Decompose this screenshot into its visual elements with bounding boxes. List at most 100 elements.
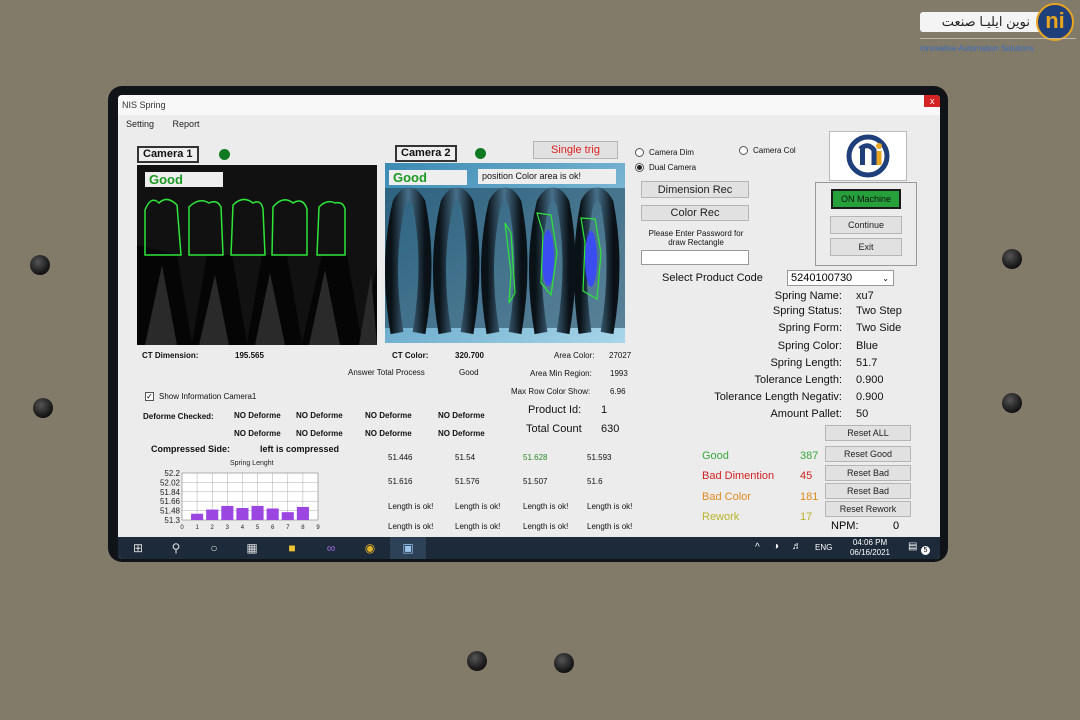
cabinet-bolt <box>467 651 487 671</box>
deforme-label: Deforme Checked: <box>143 412 214 421</box>
bad-dimention-count: 45 <box>800 470 813 482</box>
compressed-side-label: Compressed Side: <box>151 444 231 454</box>
rework-count: 17 <box>800 511 813 523</box>
camera1-label: Camera 1 <box>137 146 199 163</box>
tolerance-negativ-label: Tolerance Length Negativ: <box>714 391 842 403</box>
product-code-select[interactable]: 5240100730 ⌄ <box>787 270 894 286</box>
measurement-cell: 51.616 <box>388 477 413 486</box>
show-info-checkbox[interactable]: ✓ <box>145 392 154 401</box>
ct-dimension-value: 195.565 <box>235 351 264 360</box>
cabinet-bolt <box>1002 393 1022 413</box>
camera1-image <box>137 165 377 345</box>
area-color-label: Area Color: <box>554 351 595 360</box>
task-view-icon[interactable]: ▦ <box>244 540 260 556</box>
bad-color-count: 181 <box>800 491 819 503</box>
notification-icon[interactable]: ▤ <box>908 541 917 552</box>
nis-app-icon: ▣ <box>402 541 414 555</box>
single-trig-button[interactable]: Single trig <box>533 141 618 159</box>
menu-report[interactable]: Report <box>165 115 208 129</box>
reset-good-button[interactable]: Reset Good <box>825 446 911 462</box>
camera1-status-text: Good <box>145 172 223 187</box>
spring-color-label: Spring Color: <box>777 340 842 352</box>
active-app-tab[interactable]: ▣ <box>390 537 426 559</box>
chart-y-tick-label: 51.3 <box>164 516 180 525</box>
language-indicator[interactable]: ENG <box>815 543 832 552</box>
chart-x-tick-label: 9 <box>316 525 320 531</box>
cabinet-bolt <box>33 398 53 418</box>
camera2-view: Good position Color area is ok! <box>385 163 625 343</box>
camera2-image <box>385 163 625 343</box>
chart-x-tick-label: 5 <box>256 525 260 531</box>
password-prompt: Please Enter Password for draw Rectangle <box>648 229 744 247</box>
search-icon[interactable]: ⚲ <box>168 540 184 556</box>
cabinet-bolt <box>554 653 574 673</box>
volume-icon[interactable]: ♬ <box>792 541 802 552</box>
length-status-cell: Length is ok! <box>455 522 501 531</box>
reset-bad-dimention-button[interactable]: Reset Bad <box>825 465 911 481</box>
total-count-label: Total Count <box>526 423 582 435</box>
max-row-label: Max Row Color Show: <box>511 387 591 396</box>
camera2-message: position Color area is ok! <box>478 169 616 184</box>
area-min-value: 1993 <box>610 369 628 378</box>
camera-dim-radio[interactable] <box>635 148 644 157</box>
camera2-status-text: Good <box>389 170 467 185</box>
measurement-cell: 51.628 <box>523 453 548 462</box>
menu-setting[interactable]: Setting <box>118 115 162 129</box>
area-color-value: 27027 <box>609 351 632 360</box>
continue-button[interactable]: Continue <box>830 216 902 234</box>
windows-start-icon[interactable]: ⊞ <box>130 540 146 556</box>
brand-logo: ni <box>1036 3 1074 41</box>
chart-y-tick-label: 52.2 <box>164 469 180 478</box>
chart-y-tick-label: 52.02 <box>160 478 181 487</box>
close-button[interactable]: x <box>924 95 940 107</box>
chart-y-tick-label: 51.48 <box>160 507 181 516</box>
ct-color-label: CT Color: <box>392 351 429 360</box>
product-id-label: Product Id: <box>528 404 582 416</box>
cabinet-bolt <box>30 255 50 275</box>
chart-bar <box>296 506 309 520</box>
measurement-cell: 51.576 <box>455 477 480 486</box>
dimension-rec-button[interactable]: Dimension Rec <box>641 181 749 198</box>
deforme-cell: NO Deforme <box>296 429 343 438</box>
bad-dimention-label: Bad Dimention <box>702 470 775 482</box>
chrome-icon[interactable]: ◉ <box>362 540 378 556</box>
good-count: 387 <box>800 450 819 462</box>
chevron-up-icon[interactable]: ^ <box>755 542 760 553</box>
camera2-status-led <box>475 148 486 159</box>
area-min-label: Area Min Region: <box>530 369 592 378</box>
cortana-icon[interactable]: ○ <box>206 540 222 556</box>
exit-button[interactable]: Exit <box>830 238 902 256</box>
chart-bar <box>281 512 294 520</box>
amount-pallet-value: 50 <box>856 408 869 420</box>
camera-col-radio[interactable] <box>739 146 748 155</box>
compressed-side-value: left is compressed <box>260 444 340 454</box>
password-input[interactable] <box>641 250 749 265</box>
reset-rework-button[interactable]: Reset Rework <box>825 501 911 517</box>
npm-label: NPM: <box>831 520 859 532</box>
measurement-cell: 51.593 <box>587 453 612 462</box>
menu-bar: Setting Report <box>118 115 940 133</box>
color-rec-button[interactable]: Color Rec <box>641 205 749 221</box>
chart-x-tick-label: 3 <box>226 525 230 531</box>
file-explorer-icon[interactable]: ■ <box>284 540 300 556</box>
network-icon[interactable]: ◑ <box>773 541 779 552</box>
clock-time: 04:06 PM <box>852 538 888 547</box>
camera-dim-label: Camera Dim <box>649 148 694 157</box>
reset-bad-color-button[interactable]: Reset Bad <box>825 483 911 499</box>
length-status-cell: Length is ok! <box>587 522 633 531</box>
camera-col-label: Camera Col <box>753 146 796 155</box>
cabinet-bolt <box>1002 249 1022 269</box>
good-label: Good <box>702 450 729 462</box>
dual-camera-label: Dual Camera <box>649 163 697 172</box>
ni-logo-icon <box>846 134 890 178</box>
chart-x-tick-label: 1 <box>195 525 199 531</box>
reset-all-button[interactable]: Reset ALL <box>825 425 911 441</box>
app-screen: NIS Spring x Setting Report Camera 1 Goo… <box>118 95 940 559</box>
dual-camera-radio[interactable] <box>635 163 644 172</box>
deforme-cell: NO Deforme <box>438 411 485 420</box>
on-machine-button[interactable]: ON Machine <box>831 189 901 209</box>
spring-status-label: Spring Status: <box>772 305 842 317</box>
length-status-cell: Length is ok! <box>587 502 633 511</box>
app-logo <box>829 131 907 181</box>
visual-studio-icon[interactable]: ∞ <box>323 540 339 556</box>
